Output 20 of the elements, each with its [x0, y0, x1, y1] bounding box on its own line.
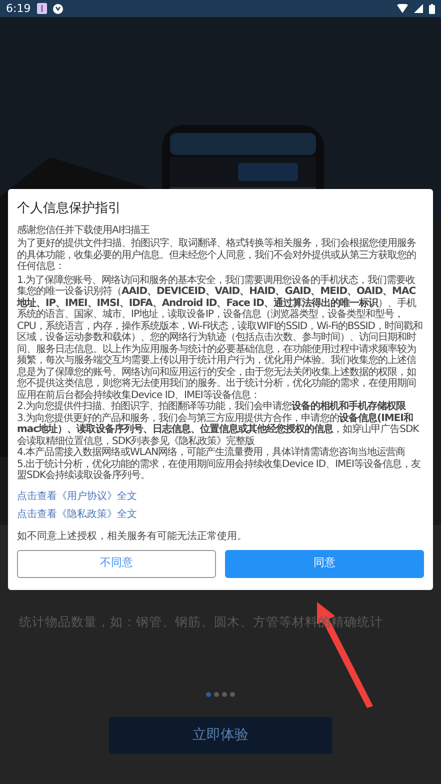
- signal-icon: [414, 4, 423, 13]
- battery-icon: [429, 4, 435, 14]
- policy-item: 3.为向您提供更好的产品和服务，我们会与第三方应用提供方合作，申请您的设备信息(IMEI和mac地址）、读取设备序列号、日志信息、位置信息或其他经您授权的信息，如穿山甲广告SDK会读取精细位置信息，SDK列表参见《隐私政策》完整版: [17, 412, 420, 446]
- policy-item: 5.出于统计分析，优化功能的需求，在使用期间应用会持续收集Device ID、IMEI等设备信息，友盟SDK会持续读取设备序列号。: [17, 458, 422, 482]
- start-button[interactable]: 立即体验: [109, 716, 332, 754]
- agree-button[interactable]: 同意: [225, 550, 424, 578]
- dialog-title: 个人信息保护指引: [17, 200, 122, 218]
- policy-link[interactable]: 点击查看《隐私政策》全文: [17, 506, 137, 522]
- intro-paragraph: 为了更好的提供文件扫描、拍图识字、取词翻译、格式转换等相关服务，我们会根据您使用服务的具体功能，收集必要的用户信息。但未经您个人同意，我们不会对外提供或从第三方获取您的任何信息：: [17, 238, 417, 272]
- notice-text: 如不同意上述授权，相关服务有可能无法正常使用。: [17, 530, 248, 544]
- policy-item: 1.为了保障您账号、网络访问和服务的基本安全，我们需要调用您设备的手机状态，我们需要收集您的唯一设备识别符（AAID、DEVICEID、VAID、HAID、GAID、MEID、OAID、MAC地址、IP、IMEI、IMSI、IDFA、Android ID、Face ID、通过算法得出的唯一标识）、手机系统的语言、国家、城市、IP地址，读取设备IP，设备信息（浏览器类型，设备类型和型号，CPU，系统语言，内存，操作系统版本，Wi-Fi状态，读取WIFI的SSID，Wi-Fi的BSSID，时间戳和区域，设备运动参数和载体）、您的网络行为轨迹（包括点击次数、参与时间）、访问日期和时间、服务日志信息。以上作为应用服务与统计的必要基础信息，在功能使用过程中请求频率较为频繁，每次与服务端交互均需要上传以用于统计用户行为，优化用户体验。我们收集您的上述信息是为了保障您的账号、网络访问和应用运行的安全，由于您无法关闭收集上述数据的权限，如您不提供这类信息，则您将无法使用我们的服务。出于统计分析，优化功能的需求，在使用期间应用在前后台都会持续收集Device ID、IMEI等设备信息：: [17, 274, 424, 400]
- disagree-button[interactable]: 不同意: [17, 550, 216, 578]
- policy-link[interactable]: 点击查看《用户协议》全文: [17, 488, 137, 504]
- app-notification-icon: [36, 3, 47, 14]
- policy-item: 2.为向您提供件扫描、拍图识字、拍图翻译等功能，我们会申请您设备的相机和手机存储权限: [17, 401, 407, 412]
- wifi-icon: [397, 4, 408, 13]
- notification-icon: [52, 4, 63, 14]
- greeting-text: 感谢您信任并下载使用AI扫描王: [17, 224, 151, 236]
- policy-item: 4.本产品需接入数据网络或WLAN网络，可能产生流量费用，具体详情需请您咨询当地运营商: [17, 447, 406, 458]
- status-time: 6:19: [6, 3, 31, 14]
